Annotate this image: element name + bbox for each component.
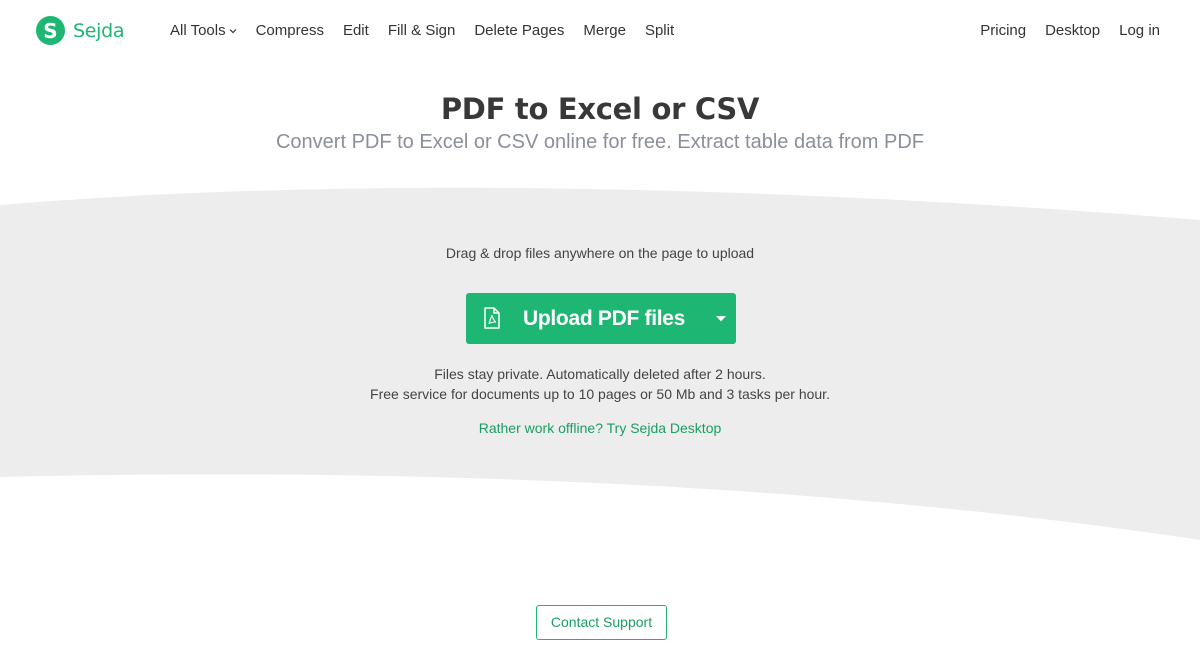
privacy-note: Files stay private. Automatically delete… (434, 366, 766, 382)
logo-link[interactable]: S Sejda (36, 16, 125, 45)
logo-text: Sejda (73, 19, 125, 42)
nav-login[interactable]: Log in (1119, 22, 1160, 39)
sejda-logo-icon: S (36, 16, 65, 45)
chevron-down-icon (229, 28, 237, 33)
nav-desktop[interactable]: Desktop (1045, 22, 1100, 39)
page-title: PDF to Excel or CSV (440, 92, 760, 126)
upload-panel-background (0, 187, 1200, 540)
header: S Sejda All Tools Compress Edit Fill & S… (0, 0, 1200, 60)
pdf-file-icon (484, 307, 500, 329)
desktop-offline-link[interactable]: Rather work offline? Try Sejda Desktop (0, 420, 1200, 436)
nav-all-tools[interactable]: All Tools (170, 22, 237, 39)
nav-compress[interactable]: Compress (256, 22, 324, 39)
limits-note: Free service for documents up to 10 page… (370, 386, 830, 402)
right-nav: Pricing Desktop Log in (961, 0, 1160, 60)
caret-down-icon (716, 315, 726, 321)
contact-support-button[interactable]: Contact Support (536, 605, 667, 640)
upload-button-divider (698, 293, 699, 344)
main-nav: All Tools Compress Edit Fill & Sign Dele… (170, 0, 693, 60)
upload-button-label: Upload PDF files (523, 307, 686, 330)
upload-options-dropdown[interactable] (706, 293, 736, 344)
page-subtitle: Convert PDF to Excel or CSV online for f… (275, 131, 925, 153)
nav-fill-sign[interactable]: Fill & Sign (388, 22, 456, 39)
nav-pricing[interactable]: Pricing (980, 22, 1026, 39)
nav-edit[interactable]: Edit (343, 22, 369, 39)
drag-drop-hint: Drag & drop files anywhere on the page t… (445, 245, 755, 261)
nav-all-tools-label: All Tools (170, 21, 226, 39)
upload-pdf-button[interactable]: Upload PDF files (466, 293, 736, 344)
nav-split[interactable]: Split (645, 22, 674, 39)
nav-delete-pages[interactable]: Delete Pages (474, 22, 564, 39)
nav-merge[interactable]: Merge (583, 22, 626, 39)
